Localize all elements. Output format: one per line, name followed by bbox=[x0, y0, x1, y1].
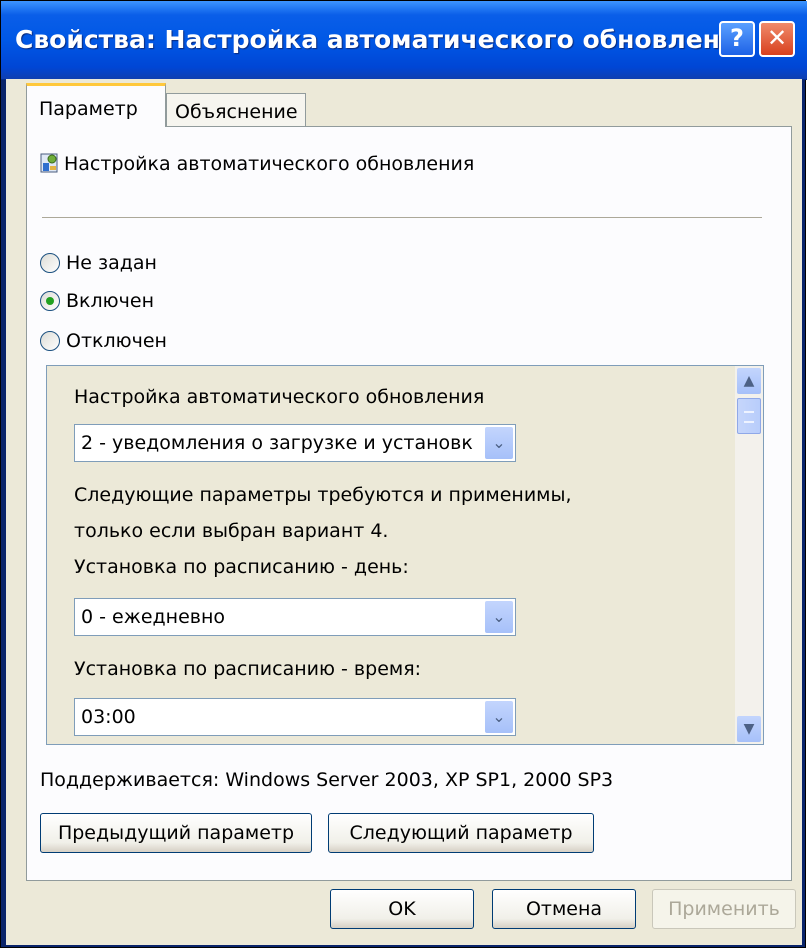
update-mode-value: 2 - уведомления о загрузке и установк bbox=[81, 432, 473, 454]
radio-label: Отключен bbox=[66, 330, 167, 352]
options-panel: Настройка автоматического обновления 2 -… bbox=[46, 365, 764, 745]
radio-label: Включен bbox=[66, 290, 154, 312]
schedule-time-value: 03:00 bbox=[81, 706, 136, 728]
tab-explanation[interactable]: Объяснение bbox=[166, 93, 306, 127]
schedule-time-select[interactable]: 03:00 ⌄ bbox=[74, 698, 516, 736]
help-button[interactable]: ? bbox=[719, 21, 755, 57]
chevron-down-icon[interactable]: ⌄ bbox=[485, 701, 513, 733]
next-setting-button[interactable]: Следующий параметр bbox=[328, 813, 594, 853]
supported-on-text: Поддерживается: Windows Server 2003, XP … bbox=[40, 769, 614, 791]
options-heading: Настройка автоматического обновления bbox=[74, 386, 485, 408]
schedule-time-label: Установка по расписанию - время: bbox=[74, 658, 422, 680]
schedule-day-label: Установка по расписанию - день: bbox=[74, 556, 409, 578]
policy-name: Настройка автоматического обновления bbox=[64, 153, 475, 175]
options-note-line-2: только если выбран вариант 4. bbox=[74, 520, 389, 542]
options-scrollbar[interactable]: ▲ ▼ bbox=[735, 366, 763, 744]
chevron-down-icon[interactable]: ⌄ bbox=[485, 601, 513, 633]
title-bar[interactable]: Свойства: Настройка автоматического обно… bbox=[1, 1, 807, 80]
schedule-day-select[interactable]: 0 - ежедневно ⌄ bbox=[74, 598, 516, 636]
apply-button[interactable]: Применить bbox=[652, 889, 796, 929]
radio-not-configured[interactable]: Не задан bbox=[40, 249, 157, 277]
schedule-day-value: 0 - ежедневно bbox=[81, 606, 226, 628]
ok-button[interactable]: OK bbox=[330, 889, 474, 929]
window-title: Свойства: Настройка автоматического обно… bbox=[15, 25, 754, 54]
options-note-line-1: Следующие параметры требуются и применим… bbox=[74, 484, 572, 506]
close-button[interactable]: ✕ bbox=[759, 21, 795, 57]
cancel-button[interactable]: Отмена bbox=[492, 889, 636, 929]
radio-disabled[interactable]: Отключен bbox=[40, 327, 167, 355]
tab-parameter[interactable]: Параметр bbox=[26, 83, 166, 127]
radio-label: Не задан bbox=[66, 252, 157, 274]
update-mode-select[interactable]: 2 - уведомления о загрузке и установк ⌄ bbox=[74, 424, 516, 462]
dialog-window: Свойства: Настройка автоматического обно… bbox=[0, 0, 807, 948]
scroll-down-icon[interactable]: ▼ bbox=[737, 716, 761, 742]
dialog-body: Параметр Объяснение Настройка автоматиче… bbox=[6, 79, 802, 945]
policy-settings-icon bbox=[40, 153, 58, 173]
radio-enabled[interactable]: Включен bbox=[40, 287, 154, 315]
separator bbox=[42, 217, 762, 218]
radio-button[interactable] bbox=[40, 253, 60, 273]
radio-button[interactable] bbox=[40, 331, 60, 351]
radio-button[interactable] bbox=[40, 291, 60, 311]
chevron-down-icon[interactable]: ⌄ bbox=[485, 427, 513, 459]
previous-setting-button[interactable]: Предыдущий параметр bbox=[40, 813, 312, 853]
scroll-thumb[interactable] bbox=[737, 398, 761, 434]
scroll-up-icon[interactable]: ▲ bbox=[737, 368, 761, 394]
